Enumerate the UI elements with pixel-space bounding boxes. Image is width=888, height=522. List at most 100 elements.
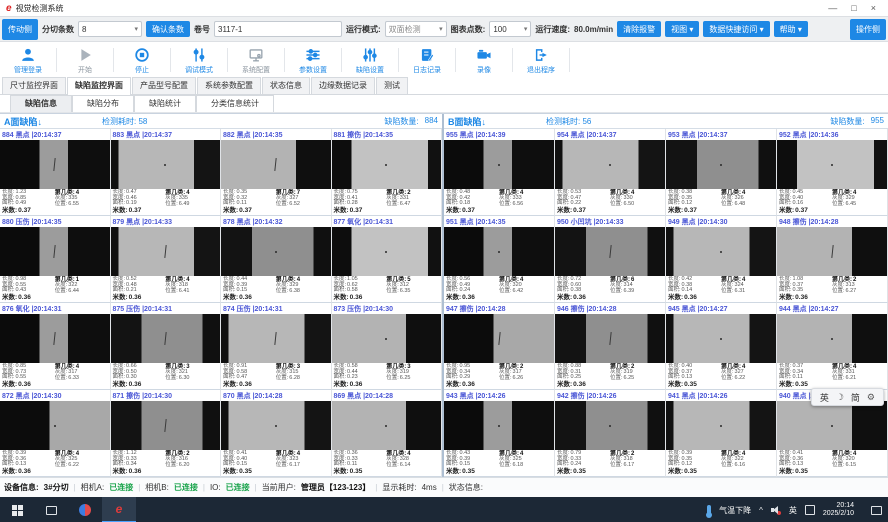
ime-lang-simplified[interactable]: 简 xyxy=(851,391,860,404)
roll-number-input[interactable]: 3117-1 xyxy=(214,21,342,37)
defect-cell[interactable]: 884 黑点 |20:14:37 长度:1.23 宽度:0.85 面积:0.49… xyxy=(0,129,111,216)
defect-image[interactable] xyxy=(0,140,110,188)
subtab-defect-info[interactable]: 缺陷信息 xyxy=(10,95,72,112)
tab-system-param-config[interactable]: 系统参数配置 xyxy=(197,77,261,94)
defect-cell[interactable]: 944 黑点 |20:14:27 长度:0.37 宽度:0.34 面积:0.11… xyxy=(777,303,888,390)
notification-center-icon[interactable] xyxy=(871,506,882,515)
defect-image[interactable] xyxy=(555,140,665,188)
system-config-button[interactable]: 系统配置 xyxy=(230,42,282,78)
record-video-button[interactable]: 录像 xyxy=(458,42,510,78)
tab-edge-data-record[interactable]: 边缘数据记录 xyxy=(311,77,375,94)
defect-image[interactable] xyxy=(221,227,331,275)
defect-cell[interactable]: 875 压伤 |20:14:31 长度:0.66 宽度:0.50 面积:0.30… xyxy=(111,303,222,390)
defect-image[interactable] xyxy=(221,140,331,188)
defect-cell[interactable]: 876 氧化 |20:14:31 长度:0.85 宽度:0.73 面积:0.55… xyxy=(0,303,111,390)
view-menu-button[interactable]: 视图 ▾ xyxy=(665,21,699,37)
defect-cell[interactable]: 877 氧化 |20:14:31 长度:1.05 宽度:0.62 面积:0.58… xyxy=(332,216,443,303)
help-menu-button[interactable]: 帮助 ▾ xyxy=(774,21,808,37)
defect-cell[interactable]: 946 擦伤 |20:14:28 长度:0.88 宽度:0.31 面积:0.25… xyxy=(555,303,666,390)
defect-image[interactable] xyxy=(0,227,110,275)
defect-image[interactable] xyxy=(0,401,110,449)
ime-icon[interactable] xyxy=(805,505,815,515)
floating-ime-bar[interactable]: 英 ☽ 简 ⚙ xyxy=(811,388,884,406)
drive-side-button[interactable]: 传动侧 xyxy=(2,19,38,40)
defect-image[interactable] xyxy=(111,227,221,275)
defect-image[interactable] xyxy=(666,401,776,449)
panel-b-title[interactable]: B面缺陷↓ xyxy=(448,115,486,128)
defect-cell[interactable]: 881 擦伤 |20:14:35 长度:0.75 宽度:0.41 面积:0.28… xyxy=(332,129,443,216)
language-indicator[interactable]: 英 xyxy=(789,505,797,516)
defect-image[interactable] xyxy=(777,314,887,362)
defect-cell[interactable]: 869 黑点 |20:14:28 长度:0.36 宽度:0.33 面积:0.11… xyxy=(332,390,443,477)
defect-cell[interactable]: 952 黑点 |20:14:36 长度:0.45 宽度:0.40 面积:0.16… xyxy=(777,129,888,216)
defect-cell[interactable]: 878 黑点 |20:14:32 长度:0.44 宽度:0.39 面积:0.15… xyxy=(221,216,332,303)
stop-button[interactable]: 停止 xyxy=(116,42,168,78)
defect-cell[interactable]: 943 黑点 |20:14:26 长度:0.43 宽度:0.39 面积:0.15… xyxy=(444,390,555,477)
speaker-icon[interactable] xyxy=(771,506,781,514)
tab-defect-monitor[interactable]: 缺陷监控界面 xyxy=(67,77,131,95)
defect-image[interactable] xyxy=(111,314,221,362)
defect-cell[interactable]: 945 黑点 |20:14:27 长度:0.40 宽度:0.37 面积:0.13… xyxy=(666,303,777,390)
minimize-button[interactable]: — xyxy=(828,3,837,13)
tab-test[interactable]: 测试 xyxy=(376,77,408,94)
parameter-settings-button[interactable]: 参数设置 xyxy=(287,42,339,78)
defect-image[interactable] xyxy=(221,401,331,449)
defect-image[interactable] xyxy=(111,401,221,449)
defect-image[interactable] xyxy=(332,401,442,449)
defect-image[interactable] xyxy=(444,140,554,188)
defect-image[interactable] xyxy=(332,227,442,275)
defect-cell[interactable]: 947 擦伤 |20:14:28 长度:0.95 宽度:0.34 面积:0.29… xyxy=(444,303,555,390)
defect-cell[interactable]: 879 黑点 |20:14:33 长度:0.52 宽度:0.48 面积:0.21… xyxy=(111,216,222,303)
defect-settings-button[interactable]: 缺陷设置 xyxy=(344,42,396,78)
log-record-button[interactable]: 日志记录 xyxy=(401,42,453,78)
subtab-defect-statistics[interactable]: 缺陷统计 xyxy=(134,95,196,112)
defect-cell[interactable]: 950 小凹坑 |20:14:33 长度:0.72 宽度:0.60 面积:0.3… xyxy=(555,216,666,303)
defect-image[interactable] xyxy=(666,140,776,188)
taskbar-app-inspection[interactable]: e xyxy=(102,497,136,522)
defect-cell[interactable]: 955 黑点 |20:14:39 长度:0.48 宽度:0.42 面积:0.18… xyxy=(444,129,555,216)
tab-product-model-config[interactable]: 产品型号配置 xyxy=(132,77,196,94)
defect-image[interactable] xyxy=(555,227,665,275)
run-mode-select[interactable]: 双面检测▾ xyxy=(385,21,447,37)
defect-image[interactable] xyxy=(221,314,331,362)
defect-cell[interactable]: 948 擦伤 |20:14:28 长度:1.08 宽度:0.37 面积:0.35… xyxy=(777,216,888,303)
data-quick-access-button[interactable]: 数据快捷访问 ▾ xyxy=(703,21,769,37)
defect-image[interactable] xyxy=(555,314,665,362)
defect-cell[interactable]: 941 黑点 |20:14:26 长度:0.39 宽度:0.35 面积:0.12… xyxy=(666,390,777,477)
tab-status-info[interactable]: 状态信息 xyxy=(262,77,310,94)
defect-cell[interactable]: 874 压伤 |20:14:31 长度:0.91 宽度:0.58 面积:0.47… xyxy=(221,303,332,390)
defect-image[interactable] xyxy=(666,227,776,275)
ime-lang-en[interactable]: 英 xyxy=(820,391,829,404)
debug-mode-button[interactable]: 调试模式 xyxy=(173,42,225,78)
defect-image[interactable] xyxy=(777,227,887,275)
clock[interactable]: 20:14 2025/2/10 xyxy=(823,502,854,518)
weather-text[interactable]: 气温下降 xyxy=(719,505,751,516)
taskbar-app-1[interactable] xyxy=(68,497,102,522)
defect-cell[interactable]: 872 黑点 |20:14:30 长度:0.39 宽度:0.36 面积:0.13… xyxy=(0,390,111,477)
exit-program-button[interactable]: 退出程序 xyxy=(515,42,567,78)
start-button-windows[interactable] xyxy=(0,497,34,522)
defect-cell[interactable]: 873 压伤 |20:14:30 长度:0.58 宽度:0.44 面积:0.23… xyxy=(332,303,443,390)
tab-size-monitor[interactable]: 尺寸监控界面 xyxy=(2,77,66,94)
defect-cell[interactable]: 942 擦伤 |20:14:26 长度:0.79 宽度:0.33 面积:0.24… xyxy=(555,390,666,477)
defect-image[interactable] xyxy=(777,401,887,449)
moon-icon[interactable]: ☽ xyxy=(836,392,844,403)
defect-image[interactable] xyxy=(444,314,554,362)
defect-cell[interactable]: 882 黑点 |20:14:35 长度:0.35 宽度:0.32 面积:0.11… xyxy=(221,129,332,216)
operator-side-button[interactable]: 操作侧 xyxy=(850,19,886,40)
defect-cell[interactable]: 951 黑点 |20:14:35 长度:0.56 宽度:0.49 面积:0.24… xyxy=(444,216,555,303)
defect-cell[interactable]: 949 黑点 |20:14:30 长度:0.42 宽度:0.38 面积:0.14… xyxy=(666,216,777,303)
defect-image[interactable] xyxy=(0,314,110,362)
defect-image[interactable] xyxy=(666,314,776,362)
defect-image[interactable] xyxy=(111,140,221,188)
defect-cell[interactable]: 870 黑点 |20:14:28 长度:0.41 宽度:0.40 面积:0.15… xyxy=(221,390,332,477)
defect-image[interactable] xyxy=(444,227,554,275)
chart-points-select[interactable]: 100▾ xyxy=(489,21,531,37)
defect-image[interactable] xyxy=(444,401,554,449)
clear-alarm-button[interactable]: 清除报警 xyxy=(617,21,661,37)
confirm-count-button[interactable]: 确认条数 xyxy=(146,21,190,37)
task-view-button[interactable] xyxy=(34,497,68,522)
subtab-defect-distribution[interactable]: 缺陷分布 xyxy=(72,95,134,112)
defect-image[interactable] xyxy=(332,140,442,188)
defect-cell[interactable]: 871 擦伤 |20:14:30 长度:1.12 宽度:0.33 面积:0.34… xyxy=(111,390,222,477)
